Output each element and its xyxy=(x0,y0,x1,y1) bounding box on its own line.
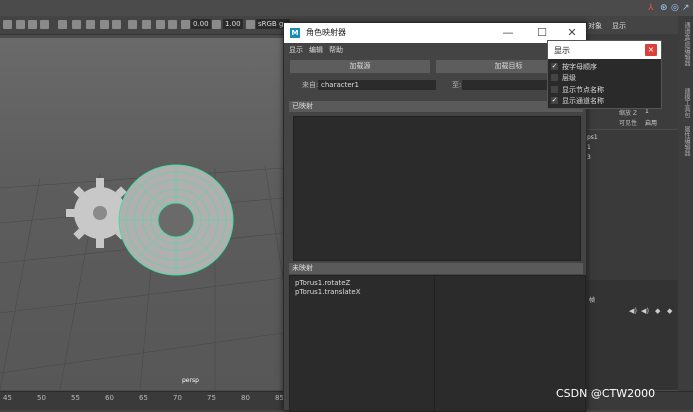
gamma-field[interactable]: 1.00 xyxy=(223,19,243,29)
maya-logo-icon: M xyxy=(290,28,300,38)
minimize-icon[interactable]: — xyxy=(500,25,516,41)
layer-fragment: 3 xyxy=(587,154,591,161)
tool-icon[interactable] xyxy=(128,20,137,29)
maximize-icon[interactable]: ☐ xyxy=(534,25,550,41)
character-mapper-dialog: M 角色映射器 — ☐ ✕ 显示 编辑 帮助 加载源 加载目标 来自: char… xyxy=(283,22,587,412)
tab-modeling-toolkit[interactable]: 建模工具包 xyxy=(680,88,691,118)
gamma-icon[interactable] xyxy=(212,20,221,29)
colorspace-icon[interactable] xyxy=(246,20,255,29)
tab-channel-box[interactable]: 通道盒/层编辑器 xyxy=(680,22,691,66)
menu-object[interactable]: 对象 xyxy=(588,21,602,31)
load-source-button[interactable]: 加载源 xyxy=(290,60,430,73)
unmapped-source-list[interactable]: pTorus1.rotateZ pTorus1.translateX xyxy=(289,275,435,412)
option-label: 显示通道名称 xyxy=(562,97,604,105)
expand-icon[interactable]: ↗ xyxy=(682,3,690,13)
gear-icon[interactable] xyxy=(181,20,190,29)
animation-layer-panel: 帧 ◀) ◀) ◆ ◆ xyxy=(585,280,678,390)
layer-editor: ps1 1 3 xyxy=(585,130,678,280)
option-show-node-names[interactable]: 显示节点名称 xyxy=(548,84,661,95)
close-icon[interactable]: ✕ xyxy=(564,25,580,41)
sound-icon[interactable]: ◀) xyxy=(641,307,649,315)
timeline-tick: 65 xyxy=(139,394,148,402)
vertical-tabs: 通道盒/层编辑器 建模工具包 属性编辑器 xyxy=(678,16,693,391)
tool-icon[interactable] xyxy=(100,20,109,29)
torus-object[interactable] xyxy=(118,164,234,276)
right-menu-bar: 对象 显示 xyxy=(580,16,668,34)
persp-viewport[interactable] xyxy=(0,38,283,390)
exposure-field[interactable]: 0.00 xyxy=(191,19,211,29)
option-show-channel-names[interactable]: ✓ 显示通道名称 xyxy=(548,95,661,106)
axis-icon[interactable]: ⅄ xyxy=(648,3,654,13)
viewport-camera-label: persp xyxy=(182,377,199,384)
timeline-tick: 55 xyxy=(71,394,80,402)
timeline-tick: 75 xyxy=(207,394,216,402)
menu-edit[interactable]: 编辑 xyxy=(309,45,323,55)
viewport-scene xyxy=(0,164,283,390)
key-icon[interactable]: ◆ xyxy=(667,307,672,315)
tool-icon[interactable] xyxy=(112,20,121,29)
tool-icon[interactable] xyxy=(16,20,25,29)
checkbox-icon[interactable]: ✓ xyxy=(551,63,558,70)
mapped-section-header[interactable]: 已映射 xyxy=(289,101,583,112)
option-alphabetical[interactable]: ✓ 按字母顺序 xyxy=(548,61,661,72)
checkbox-icon[interactable]: ✓ xyxy=(551,97,558,104)
mapped-list[interactable] xyxy=(293,116,581,261)
dialog-menubar: 显示 编辑 帮助 xyxy=(284,43,586,56)
tool-icon[interactable] xyxy=(28,20,37,29)
dialog-title: 角色映射器 xyxy=(306,28,346,37)
menu-help[interactable]: 帮助 xyxy=(329,45,343,55)
timeline-tick: 70 xyxy=(173,394,182,402)
option-label: 按字母顺序 xyxy=(562,63,597,71)
option-label: 显示节点名称 xyxy=(562,86,604,94)
list-item[interactable]: pTorus1.translateX xyxy=(295,288,361,296)
option-label: 层级 xyxy=(562,74,576,82)
display-options-popup: 显示 × ✓ 按字母顺序 层级 显示节点名称 ✓ 显示通道名称 xyxy=(547,40,662,109)
tab-attribute-editor[interactable]: 属性编辑器 xyxy=(680,126,691,156)
channel-label: 缩放 Z xyxy=(619,110,638,117)
menu-display[interactable]: 显示 xyxy=(612,21,626,31)
dialog-titlebar[interactable]: M 角色映射器 — ☐ ✕ xyxy=(284,23,586,43)
target-label: 至: xyxy=(452,81,462,89)
option-hierarchy[interactable]: 层级 xyxy=(548,72,661,83)
sound-icon[interactable]: ◀) xyxy=(629,307,637,315)
refresh-icon[interactable]: ◎ xyxy=(671,3,679,13)
source-field[interactable]: character1 xyxy=(318,80,436,90)
light-icon[interactable] xyxy=(58,20,67,29)
anim-label: 帧 xyxy=(589,297,596,304)
tool-icon[interactable] xyxy=(3,20,12,29)
timeline-tick: 60 xyxy=(105,394,114,402)
list-item[interactable]: pTorus1.rotateZ xyxy=(295,279,350,287)
layer-fragment: 1 xyxy=(587,144,591,151)
unmapped-section-header[interactable]: 未映射 xyxy=(289,263,583,274)
tool-icon[interactable] xyxy=(86,20,95,29)
close-icon[interactable]: × xyxy=(645,44,657,56)
settings-icon[interactable]: ⊛ xyxy=(660,3,668,13)
checkbox-icon[interactable] xyxy=(551,74,558,81)
tool-icon[interactable] xyxy=(142,20,151,29)
tool-icon[interactable] xyxy=(168,20,177,29)
tool-icon[interactable] xyxy=(40,20,49,29)
tool-icon[interactable] xyxy=(156,20,165,29)
channel-label: 可见性 xyxy=(619,120,638,127)
checkbox-icon[interactable] xyxy=(551,86,558,93)
timeline-tick: 50 xyxy=(37,394,46,402)
layer-fragment: ps1 xyxy=(587,134,598,141)
watermark: CSDN @CTW2000 xyxy=(556,387,656,400)
menu-display[interactable]: 显示 xyxy=(289,45,303,55)
popup-title: 显示 xyxy=(554,46,570,55)
channel-value[interactable]: 启用 xyxy=(645,118,657,127)
popup-titlebar[interactable]: 显示 × xyxy=(548,41,661,59)
tool-icon[interactable] xyxy=(72,20,81,29)
source-label: 来自: xyxy=(302,81,319,89)
channel-value[interactable]: 1 xyxy=(645,108,649,115)
timeline-tick: 80 xyxy=(241,394,250,402)
maya-top-right-icons: ⅄ ⊛ ◎ ↗ xyxy=(640,3,690,15)
timeline-tick: 45 xyxy=(3,394,12,402)
key-icon[interactable]: ◆ xyxy=(655,307,660,315)
